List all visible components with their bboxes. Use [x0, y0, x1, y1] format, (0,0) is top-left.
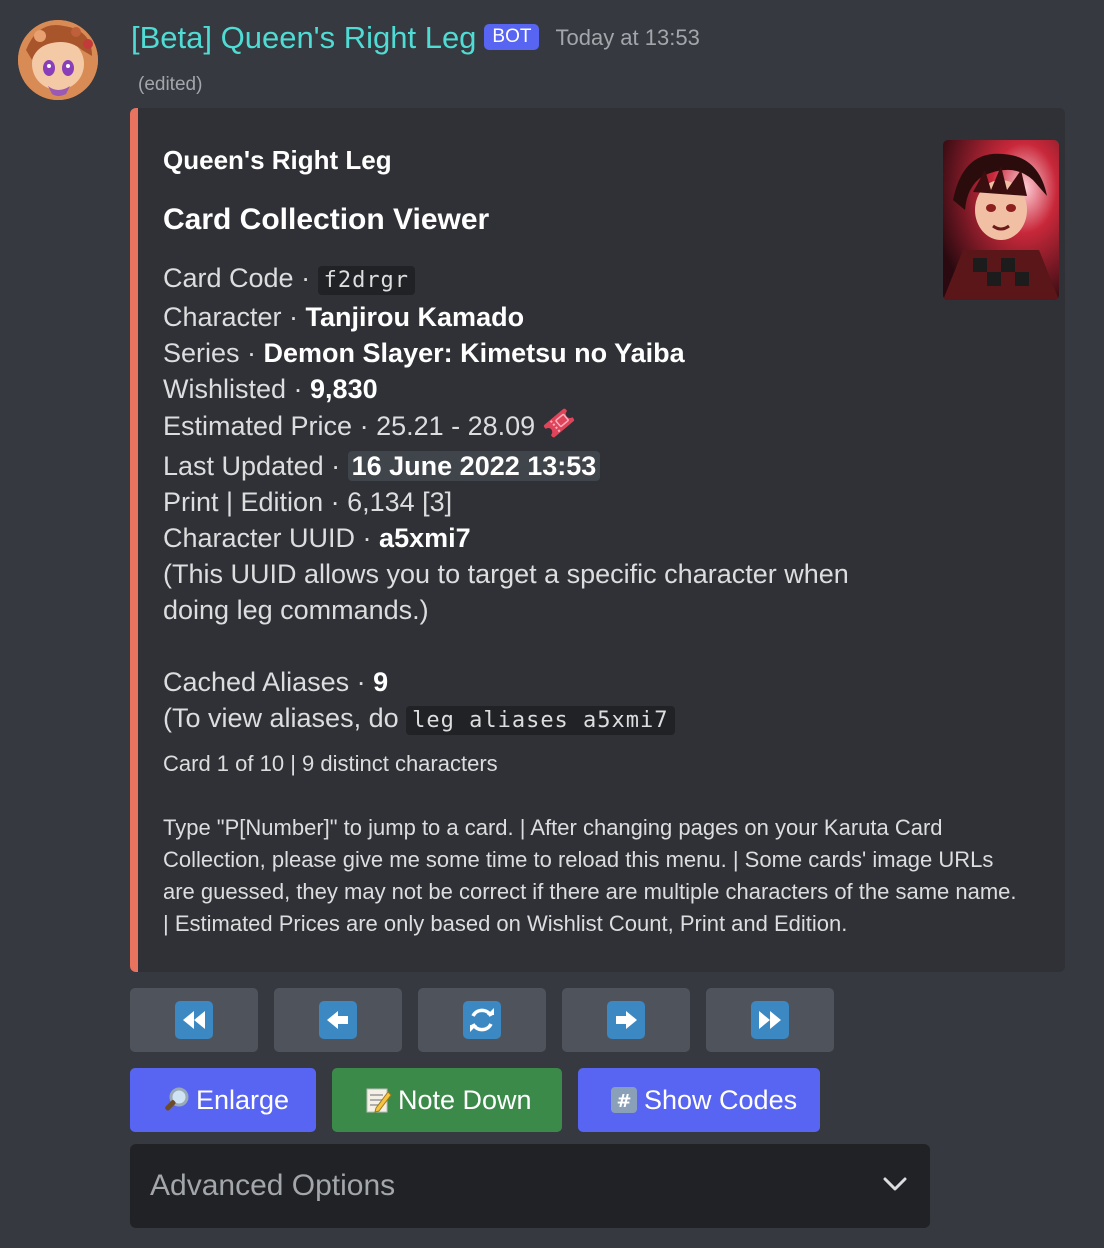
uuid-note-1: (This UUID allows you to target a specif…	[163, 559, 849, 589]
embed-fields: Card Code · f2drgr Character · Tanjirou …	[163, 260, 863, 739]
updated-value[interactable]: 16 June 2022 13:53	[347, 451, 601, 481]
previous-page-button[interactable]	[274, 988, 402, 1052]
arrow-right-icon	[607, 1001, 645, 1039]
field-estimated-price: Estimated Price · 25.21 - 28.09	[163, 407, 863, 448]
aliases-hint: (To view aliases, do leg aliases a5xmi7	[163, 700, 863, 739]
ticket-icon	[541, 407, 577, 448]
embed: Queen's Right Leg Card Collection Viewer	[130, 108, 1065, 972]
field-character-uuid: Character UUID · a5xmi7	[163, 523, 471, 553]
hash-keycap-icon: #	[610, 1086, 638, 1114]
message: [Beta] Queen's Right Leg BOT Today at 13…	[0, 0, 1104, 1248]
fast-forward-icon	[751, 1001, 789, 1039]
aliases-value: 9	[373, 667, 389, 697]
field-character: Character · Tanjirou Kamado	[163, 302, 525, 332]
field-cached-aliases: Cached Aliases · 9	[163, 667, 389, 697]
card-counter: Card 1 of 10 | 9 distinct characters	[163, 751, 498, 776]
series-value: Demon Slayer: Kimetsu no Yaiba	[263, 338, 685, 368]
memo-icon	[364, 1086, 392, 1114]
message-header: [Beta] Queen's Right Leg BOT Today at 13…	[131, 18, 700, 58]
username[interactable]: [Beta] Queen's Right Leg	[131, 20, 476, 56]
field-last-updated: Last Updated · 16 June 2022 13:53	[163, 448, 863, 484]
enlarge-button[interactable]: Enlarge	[130, 1068, 316, 1132]
edited-label: (edited)	[138, 74, 203, 95]
last-page-button[interactable]	[706, 988, 834, 1052]
show-codes-button[interactable]: # Show Codes	[578, 1068, 820, 1132]
note-down-button[interactable]: Note Down	[332, 1068, 562, 1132]
refresh-button[interactable]	[418, 988, 546, 1052]
embed-author: Queen's Right Leg	[163, 145, 392, 175]
timestamp[interactable]: Today at 13:53	[555, 25, 699, 51]
price-value: 25.21 - 28.09	[376, 411, 536, 441]
next-page-button[interactable]	[562, 988, 690, 1052]
uuid-value: a5xmi7	[379, 523, 471, 553]
select-placeholder: Advanced Options	[150, 1169, 396, 1202]
rewind-icon	[175, 1001, 213, 1039]
action-row: Enlarge Note Down # Show Codes	[130, 1068, 820, 1132]
print-value: 6,134 [3]	[347, 487, 453, 517]
field-wishlisted: Wishlisted · 9,830	[163, 374, 378, 404]
aliases-command: leg aliases a5xmi7	[406, 706, 675, 735]
arrow-left-icon	[319, 1001, 357, 1039]
refresh-icon	[463, 1001, 501, 1039]
magnifier-icon	[162, 1086, 190, 1114]
field-series: Series · Demon Slayer: Kimetsu no Yaiba	[163, 338, 685, 368]
uuid-note-2: doing leg commands.)	[163, 595, 429, 625]
svg-text:#: #	[616, 1091, 631, 1112]
wishlisted-value: 9,830	[310, 374, 378, 404]
card-code-value: f2drgr	[317, 266, 416, 295]
pagination-row	[130, 988, 834, 1052]
chevron-down-icon	[882, 1176, 908, 1197]
first-page-button[interactable]	[130, 988, 258, 1052]
embed-title: Card Collection Viewer	[163, 203, 490, 236]
character-value: Tanjirou Kamado	[305, 302, 525, 332]
advanced-options-select[interactable]: Advanced Options	[130, 1144, 930, 1228]
field-card-code: Card Code · f2drgr	[163, 260, 863, 299]
field-print-edition: Print | Edition · 6,134 [3]	[163, 487, 453, 517]
card-thumbnail[interactable]	[943, 140, 1059, 300]
avatar[interactable]	[18, 20, 98, 100]
footer-note: Type "P[Number]" to jump to a card. | Af…	[163, 815, 1017, 936]
bot-tag: BOT	[484, 24, 540, 50]
